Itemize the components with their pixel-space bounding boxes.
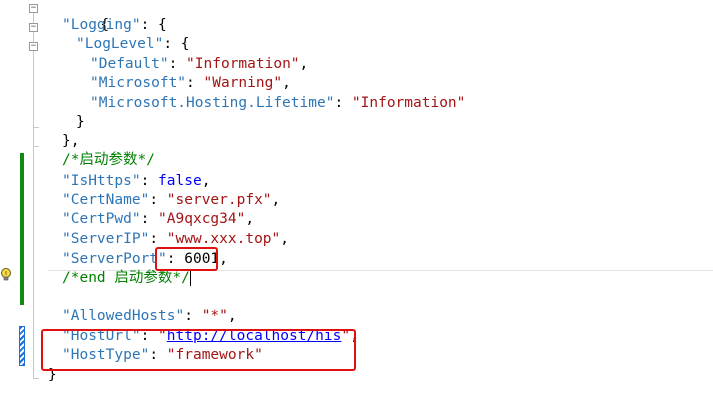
json-key: "Microsoft" [90, 75, 187, 91]
code-comment: /*end 启动参数*/ [62, 270, 190, 286]
json-key: "Logging" [62, 17, 141, 33]
code-line: "LogLevel": { [48, 35, 190, 54]
json-key: "ServerIP" [62, 231, 150, 247]
json-key: "Default" [90, 56, 169, 72]
highlight-box-host [41, 329, 356, 371]
fold-collapse-icon[interactable]: − [29, 4, 38, 13]
json-string: "Warning" [203, 75, 283, 91]
code-line: "Microsoft.Hosting.Lifetime": "Informati… [48, 94, 465, 113]
json-key: "IsHttps" [62, 173, 141, 189]
json-key: "ServerPort" [62, 251, 167, 267]
colon: : [163, 36, 181, 52]
fold-guide [33, 32, 34, 42]
colon: : [149, 192, 167, 208]
json-string: "server.pfx" [166, 192, 272, 208]
json-key: "LogLevel" [76, 36, 164, 52]
change-indicator-bar-unsaved [19, 326, 25, 366]
comma: , [299, 56, 309, 72]
colon: : [140, 211, 159, 227]
fold-collapse-icon[interactable]: − [29, 42, 38, 51]
code-line: "CertName": "server.pfx", [48, 191, 280, 210]
json-key: "Microsoft.Hosting.Lifetime" [90, 95, 335, 111]
json-string: "Information" [186, 56, 300, 72]
comma: , [201, 173, 211, 189]
json-key: "CertPwd" [62, 211, 141, 227]
json-literal: false [158, 173, 202, 189]
comma: , [245, 211, 255, 227]
code-line: "Logging": { [48, 16, 167, 35]
code-line: { [48, 0, 109, 33]
json-key: "AllowedHosts" [62, 308, 185, 324]
text-cursor [189, 270, 191, 286]
fold-collapse-icon[interactable]: − [29, 23, 38, 32]
fold-guide [33, 51, 34, 378]
fold-guide-end [33, 127, 39, 128]
fold-guide-end [33, 378, 39, 379]
brace: { [158, 17, 167, 33]
brace: { [180, 36, 190, 52]
code-editor[interactable]: − − − { "Logging": { "LogLevel": { "Defa… [0, 0, 713, 415]
fold-guide [33, 13, 34, 23]
comma: , [219, 251, 228, 267]
comma: , [271, 192, 281, 208]
brace: }, [62, 133, 80, 149]
comma: , [280, 231, 290, 247]
colon: : [140, 173, 159, 189]
code-comment: /*启动参数*/ [62, 152, 155, 168]
json-string: "*" [201, 308, 228, 324]
json-string: "www.xxx.top" [166, 231, 281, 247]
fold-guide-end [33, 146, 39, 147]
colon: : [184, 308, 202, 324]
brace: } [76, 114, 85, 130]
code-line: "CertPwd": "A9qxcg34", [48, 210, 254, 229]
comma: , [282, 75, 291, 91]
colon: : [168, 56, 187, 72]
colon: : [186, 75, 204, 91]
code-line: "Default": "Information", [48, 55, 308, 74]
json-key: "CertName" [62, 192, 150, 208]
code-line: "AllowedHosts": "*", [48, 307, 237, 326]
code-line: /*end 启动参数*/ [48, 269, 191, 288]
code-line: "IsHttps": false, [48, 172, 210, 191]
code-line: "Microsoft": "Warning", [48, 74, 291, 93]
code-line: /*启动参数*/ [48, 151, 155, 170]
comma: , [227, 308, 237, 324]
colon: : [149, 231, 167, 247]
colon: : [334, 95, 352, 111]
code-line: } [48, 113, 85, 132]
json-string: "A9qxcg34" [158, 211, 246, 227]
lightbulb-icon[interactable] [0, 268, 12, 282]
colon: : [140, 17, 159, 33]
json-string: "Information" [351, 95, 466, 111]
code-line: }, [48, 132, 79, 151]
change-indicator-bar [20, 153, 24, 305]
highlight-box-serverport [155, 247, 218, 271]
